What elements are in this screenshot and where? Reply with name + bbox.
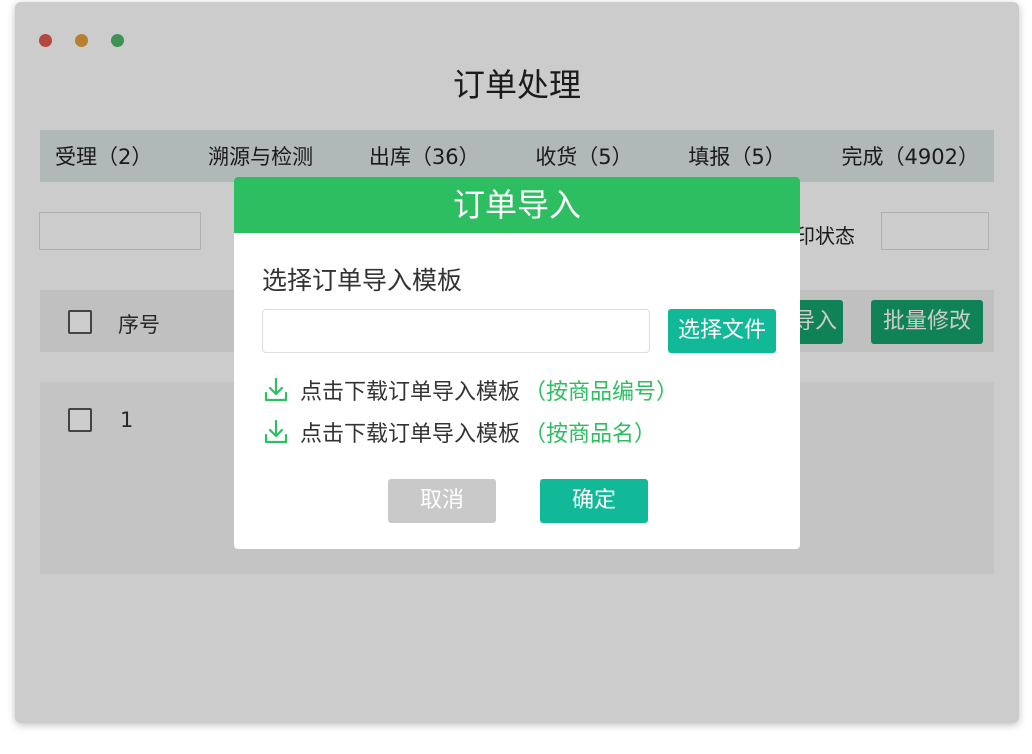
download-icon [264, 377, 288, 402]
select-template-label: 选择订单导入模板 [262, 266, 463, 295]
cancel-button[interactable]: 取消 [388, 479, 496, 523]
download-template-by-name-link[interactable]: 点击下载订单导入模板 （按商品名） [262, 417, 656, 447]
download-template-by-code-link[interactable]: 点击下载订单导入模板 （按商品编号） [262, 375, 678, 405]
file-path-input[interactable] [262, 309, 650, 353]
download-link-note[interactable]: （按商品编号） [524, 374, 678, 406]
download-link-text[interactable]: 点击下载订单导入模板 [300, 416, 520, 448]
choose-file-button[interactable]: 选择文件 [668, 309, 776, 353]
download-link-text[interactable]: 点击下载订单导入模板 [300, 374, 520, 406]
download-link-note[interactable]: （按商品名） [524, 416, 656, 448]
download-icon [264, 419, 288, 444]
dialog-title: 订单导入 [234, 177, 800, 233]
order-import-dialog: 订单导入 选择订单导入模板 选择文件 点击下载订单导入模板 （按商品编号） 点击… [234, 177, 800, 549]
confirm-button[interactable]: 确定 [540, 479, 648, 523]
